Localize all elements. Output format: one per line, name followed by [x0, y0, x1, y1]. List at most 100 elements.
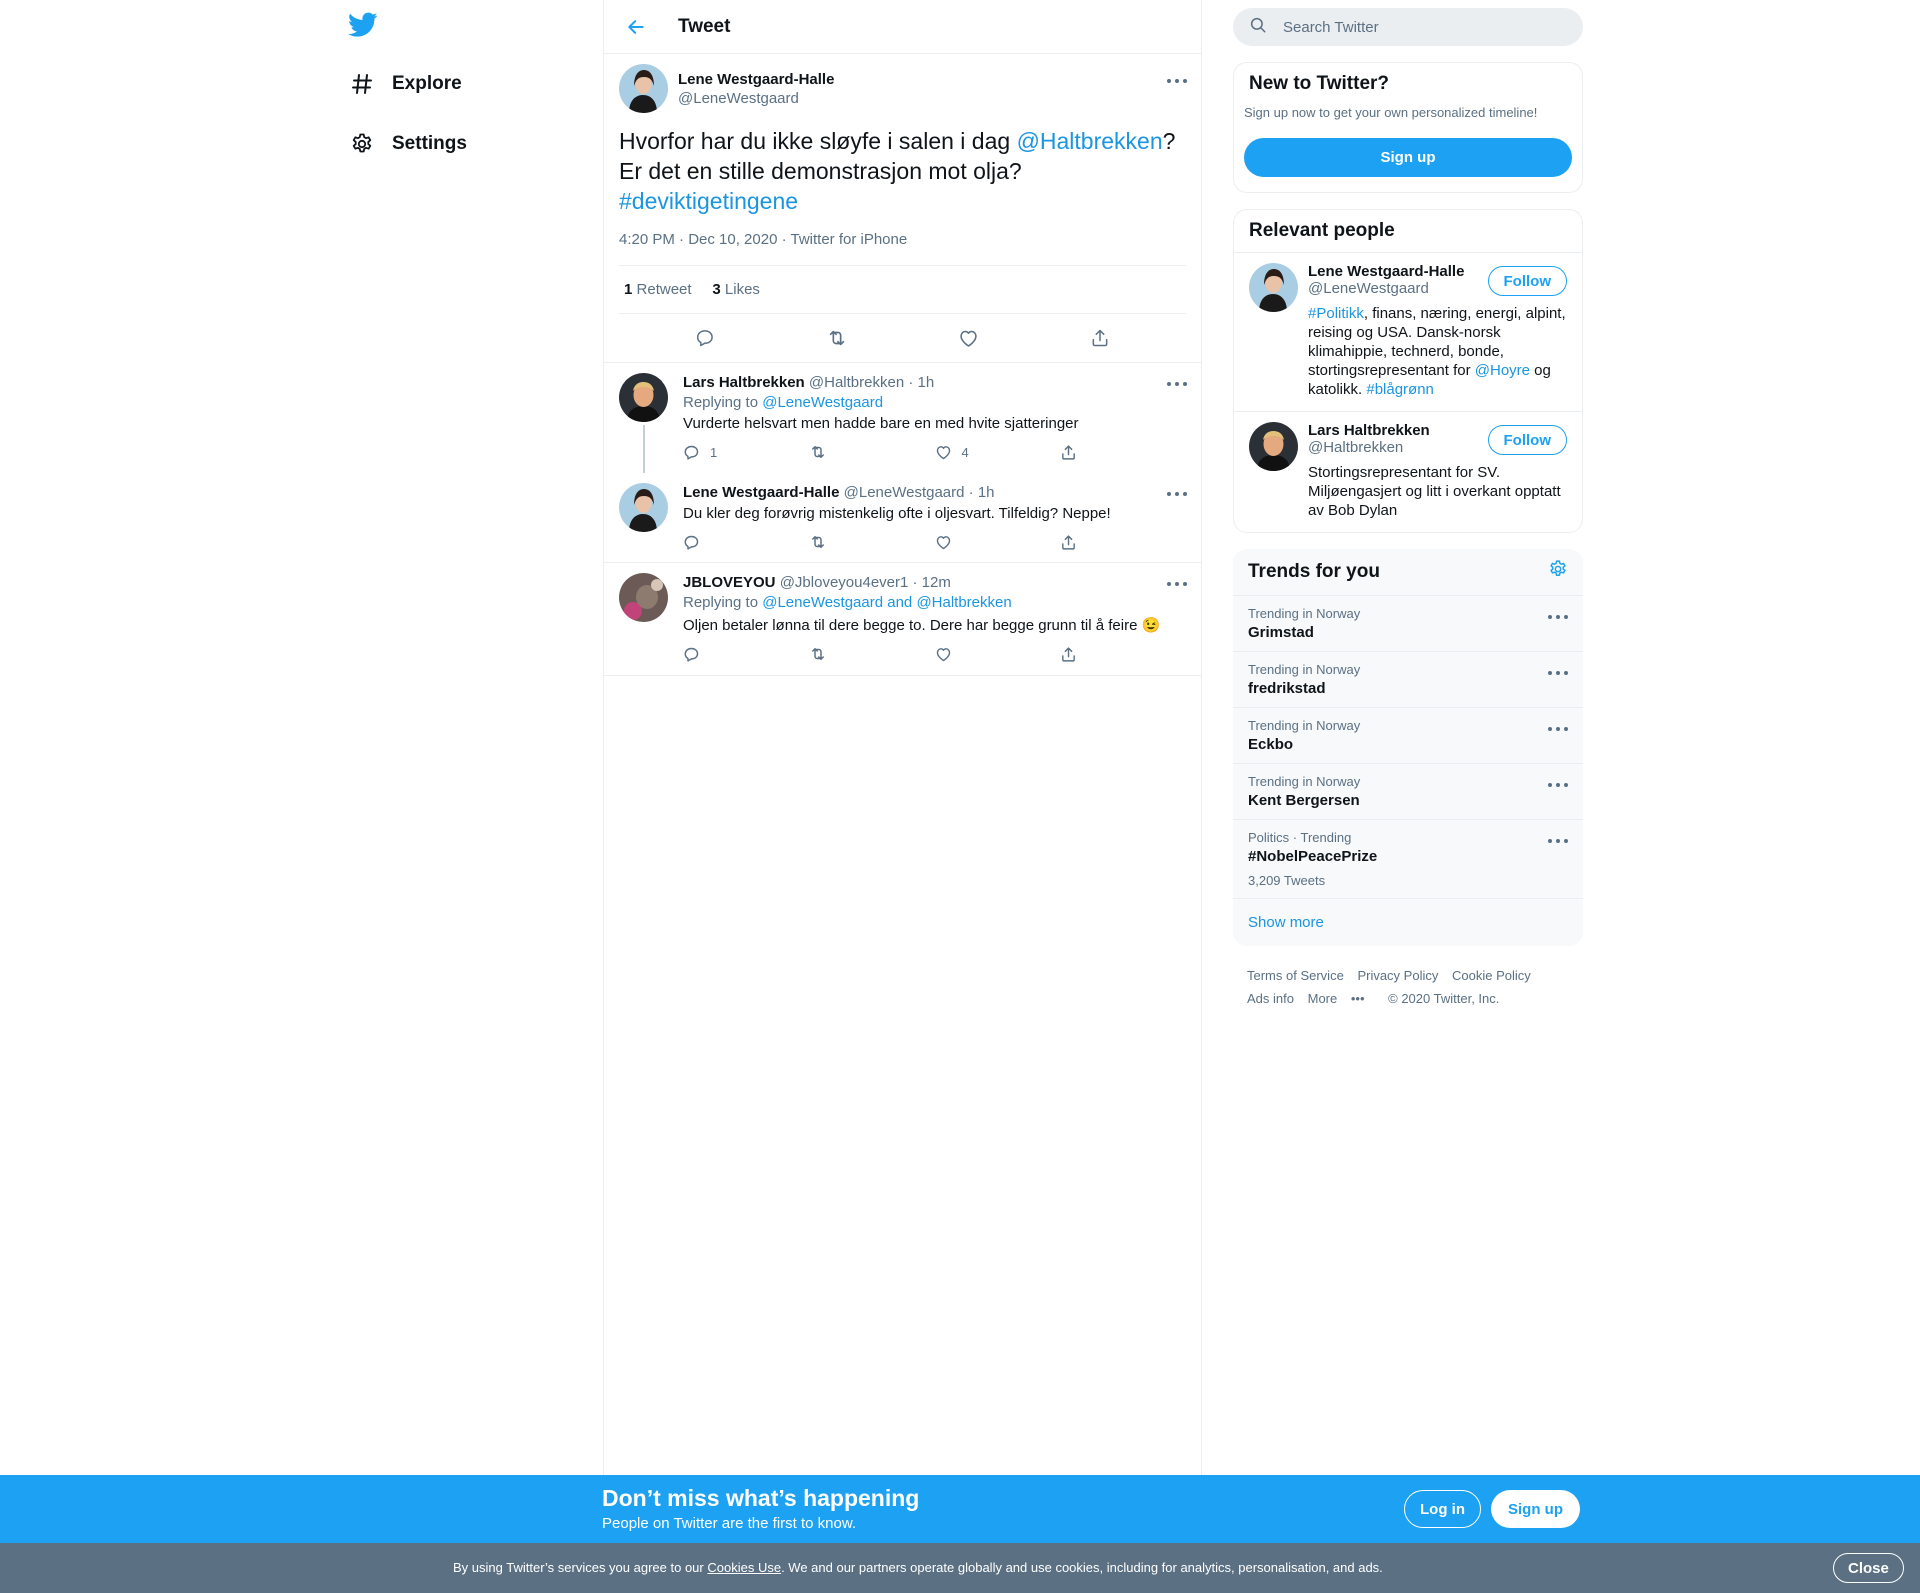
more-options-icon[interactable]: [1548, 668, 1568, 678]
trend-name: Grimstad: [1248, 624, 1314, 641]
cookie-bar: By using Twitter’s services you agree to…: [0, 1543, 1920, 1593]
avatar[interactable]: [1249, 263, 1298, 312]
nav-settings[interactable]: Settings: [348, 124, 467, 164]
retweet-button[interactable]: [809, 443, 935, 461]
reply-tweet[interactable]: Lene Westgaard-Halle @LeneWestgaard · 1h…: [604, 473, 1201, 563]
page-header: Tweet: [604, 0, 1201, 54]
login-button[interactable]: Log in: [1404, 1490, 1481, 1528]
cookie-policy-link[interactable]: Cookie Policy: [1452, 968, 1531, 983]
reply-actions: [683, 524, 1186, 560]
reply-author-handle[interactable]: @Haltbrekken: [809, 374, 904, 391]
reply-author-name[interactable]: Lars Haltbrekken: [683, 374, 805, 391]
trend-item[interactable]: Trending in Norway Kent Bergersen: [1233, 764, 1583, 820]
privacy-link[interactable]: Privacy Policy: [1357, 968, 1438, 983]
new-to-twitter-subtitle: Sign up now to get your own personalized…: [1244, 105, 1538, 120]
avatar[interactable]: [1249, 422, 1298, 471]
reply-time[interactable]: · 1h: [969, 484, 995, 501]
nav-explore[interactable]: Explore: [348, 64, 462, 104]
reply-author-handle[interactable]: @LeneWestgaard: [844, 484, 965, 501]
trends-title: Trends for you: [1248, 561, 1380, 582]
likes-stat[interactable]: 3 Likes: [712, 281, 760, 298]
follow-button[interactable]: Follow: [1487, 425, 1567, 455]
follow-button[interactable]: Follow: [1487, 266, 1567, 296]
trend-name: Kent Bergersen: [1248, 792, 1360, 809]
more-options-icon[interactable]: [1548, 612, 1568, 622]
more-options-icon[interactable]: [1167, 489, 1187, 499]
main-tweet: Lene Westgaard-Halle @LeneWestgaard Hvor…: [604, 54, 1201, 363]
replying-to-link[interactable]: @LeneWestgaard and @Haltbrekken: [762, 594, 1012, 611]
ads-info-link[interactable]: Ads info: [1247, 991, 1294, 1006]
avatar[interactable]: [619, 64, 668, 113]
person-bio: Stortingsrepresentant for SV. Miljøengas…: [1308, 464, 1561, 519]
retweet-icon[interactable]: [819, 320, 855, 356]
retweet-button[interactable]: [809, 533, 935, 551]
like-button[interactable]: 4: [935, 444, 1061, 461]
reply-icon[interactable]: [687, 320, 723, 356]
trend-tweet-count: 3,209 Tweets: [1248, 873, 1326, 888]
more-options-icon[interactable]: [1167, 579, 1187, 589]
reply-author-handle[interactable]: @Jbloveyou4ever1: [780, 574, 909, 591]
reply-button[interactable]: [683, 534, 809, 551]
mention-link[interactable]: @Haltbrekken: [1017, 128, 1163, 154]
more-options-icon[interactable]: [1167, 76, 1187, 86]
copyright: © 2020 Twitter, Inc.: [1388, 991, 1500, 1006]
reply-tweet[interactable]: JBLOVEYOU @Jbloveyou4ever1 · 12m Replyin…: [604, 563, 1201, 676]
person-item[interactable]: Lars Haltbrekken @Haltbrekken Stortingsr…: [1234, 411, 1582, 532]
close-button[interactable]: Close: [1833, 1553, 1904, 1583]
twitter-bird-icon[interactable]: [348, 12, 382, 42]
more-options-icon[interactable]: [1548, 780, 1568, 790]
like-button[interactable]: [935, 646, 1061, 663]
trend-item[interactable]: Trending in Norway Eckbo: [1233, 708, 1583, 764]
tweet-stats: 1 Retweet 3 Likes: [619, 266, 1186, 314]
avatar[interactable]: [619, 573, 668, 622]
hashtag-link[interactable]: #deviktigetingene: [619, 188, 798, 214]
share-button[interactable]: [1060, 646, 1186, 663]
reply-button[interactable]: [683, 646, 809, 663]
like-icon[interactable]: [950, 320, 986, 356]
author-name[interactable]: Lene Westgaard-Halle: [678, 71, 834, 88]
avatar[interactable]: [619, 483, 668, 532]
retweet-stat[interactable]: 1 Retweet: [624, 281, 692, 298]
new-to-twitter-title: New to Twitter?: [1249, 73, 1390, 94]
more-link[interactable]: More •••: [1308, 991, 1375, 1006]
reply-author-name[interactable]: JBLOVEYOU: [683, 574, 776, 591]
trend-item[interactable]: Trending in Norway Grimstad: [1233, 596, 1583, 652]
banner-signup-button[interactable]: Sign up: [1491, 1490, 1580, 1528]
reply-actions: [683, 636, 1186, 672]
hashtag-link[interactable]: #blågrønn: [1366, 381, 1434, 398]
more-options-icon[interactable]: [1548, 724, 1568, 734]
more-options-icon[interactable]: [1167, 379, 1187, 389]
more-options-icon[interactable]: [1548, 836, 1568, 846]
trend-item[interactable]: Trending in Norway fredrikstad: [1233, 652, 1583, 708]
hashtag-link[interactable]: #Politikk: [1308, 305, 1364, 322]
share-button[interactable]: [1060, 534, 1186, 551]
mention-link[interactable]: @Hoyre: [1475, 362, 1530, 379]
tweet-timestamp[interactable]: 4:20 PM · Dec 10, 2020 · Twitter for iPh…: [619, 231, 1186, 266]
gear-icon[interactable]: [1548, 559, 1568, 585]
signup-button[interactable]: Sign up: [1244, 138, 1572, 177]
back-arrow-icon[interactable]: [618, 9, 654, 45]
page-title: Tweet: [678, 15, 731, 37]
avatar[interactable]: [619, 373, 668, 422]
reply-text: Vurderte helsvart men hadde bare en med …: [683, 415, 1079, 432]
replying-to-link[interactable]: @LeneWestgaard: [762, 394, 883, 411]
reply-tweet[interactable]: Lars Haltbrekken @Haltbrekken · 1h Reply…: [604, 363, 1201, 473]
retweet-button[interactable]: [809, 645, 935, 663]
trend-item[interactable]: Politics · Trending #NobelPeacePrize 3,2…: [1233, 820, 1583, 899]
search-placeholder: Search Twitter: [1283, 18, 1379, 36]
person-item[interactable]: Lene Westgaard-Halle @LeneWestgaard #Pol…: [1234, 252, 1582, 411]
author-handle[interactable]: @LeneWestgaard: [678, 90, 834, 107]
cookies-use-link[interactable]: Cookies Use: [707, 1560, 781, 1575]
reply-author-name[interactable]: Lene Westgaard-Halle: [683, 484, 839, 501]
terms-link[interactable]: Terms of Service: [1247, 968, 1344, 983]
share-icon[interactable]: [1082, 320, 1118, 356]
reply-count: 1: [710, 444, 718, 460]
reply-time[interactable]: · 12m: [913, 574, 951, 591]
reply-time[interactable]: · 1h: [908, 374, 934, 391]
reply-button[interactable]: 1: [683, 444, 809, 461]
like-button[interactable]: [935, 534, 1061, 551]
share-button[interactable]: [1060, 444, 1186, 461]
search-input[interactable]: Search Twitter: [1233, 8, 1583, 46]
show-more-link[interactable]: Show more: [1233, 899, 1583, 946]
tweet-text-part: Hvorfor har du ikke sløyfe i salen i dag: [619, 128, 1017, 154]
